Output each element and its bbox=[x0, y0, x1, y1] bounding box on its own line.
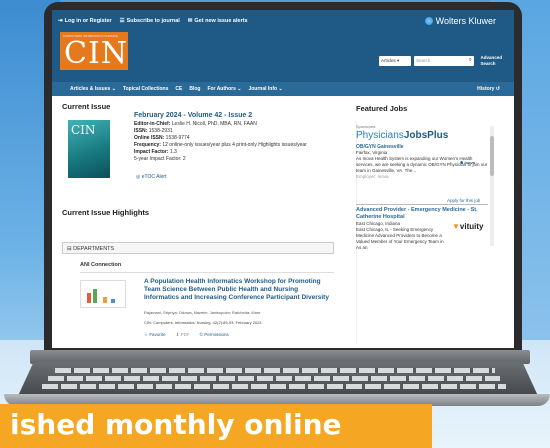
advanced-search-link[interactable]: Advanced Search bbox=[480, 55, 502, 66]
etoc-alert-link[interactable]: ◎ eTOC Alert bbox=[136, 174, 166, 180]
chevron-logo-icon: ▼ bbox=[452, 222, 460, 231]
subsection-label: ANI Connection bbox=[80, 262, 122, 268]
nav-blog[interactable]: Blog bbox=[189, 86, 200, 92]
journal-logo[interactable]: COMPUTERS INFORMATICS NURSING CIN bbox=[60, 32, 128, 71]
nav-journal-info[interactable]: Journal Info ⌄ bbox=[248, 86, 282, 92]
star-icon: ✱ bbox=[460, 160, 464, 165]
article-citation: CIN: Computers, Informatics, Nursing. 42… bbox=[144, 320, 263, 325]
current-issue-heading: Current Issue bbox=[62, 102, 111, 111]
divider bbox=[80, 272, 334, 273]
apply-link[interactable]: Apply for this job bbox=[447, 198, 480, 203]
sponsored-label: Sponsored bbox=[356, 124, 376, 129]
job-board-logo[interactable]: PhysiciansJobsPlus bbox=[356, 130, 448, 141]
nav-for-authors[interactable]: For Authors ⌄ bbox=[207, 86, 241, 92]
laptop-screen: ⇥ Log in or Register ☰ Subscribe to journa… bbox=[52, 10, 514, 348]
thumb-bar bbox=[87, 293, 91, 303]
wolters-kluwer-icon bbox=[424, 17, 433, 25]
highlights-heading: Current Issue Highlights bbox=[62, 208, 150, 217]
issue-title[interactable]: February 2024 - Volume 42 - Issue 2 bbox=[134, 112, 334, 119]
publisher-logo[interactable]: Wolters Kluwer bbox=[424, 16, 496, 26]
mail-icon: ✉ bbox=[187, 18, 193, 24]
key-row bbox=[42, 384, 506, 389]
nav-articles-issues[interactable]: Articles & Issues ⌄ bbox=[70, 86, 116, 92]
thumb-bar bbox=[93, 289, 97, 303]
search-bar: Articles ▾ Search ⌕ bbox=[379, 56, 474, 66]
search-scope-select[interactable]: Articles ▾ bbox=[379, 56, 411, 66]
departments-toggle[interactable]: ⊟ DEPARTMENTS bbox=[62, 242, 334, 254]
featured-jobs-heading: Featured Jobs bbox=[356, 104, 408, 113]
search-input[interactable]: Search ⌕ bbox=[414, 56, 474, 66]
employer-logo: ▼vituity bbox=[452, 222, 484, 231]
promo-banner: ished monthly online bbox=[0, 404, 432, 448]
thumb-bar bbox=[103, 297, 107, 303]
laptop-hinge bbox=[30, 350, 530, 364]
login-icon: ⇥ bbox=[58, 18, 63, 24]
jobs-scrollbar[interactable] bbox=[490, 126, 494, 246]
site-header: ⇥ Log in or Register ☰ Subscribe to journa… bbox=[52, 10, 514, 96]
article-thumbnail[interactable] bbox=[80, 280, 126, 308]
bell-icon: ◎ bbox=[136, 174, 141, 180]
main-nav: Articles & Issues ⌄ Topical Collections … bbox=[52, 82, 514, 96]
issue-cover-image[interactable]: CIN bbox=[68, 120, 110, 178]
pdf-icon: ⬇ bbox=[175, 332, 180, 337]
top-links: ⇥ Log in or Register ☰ Subscribe to journa… bbox=[58, 18, 248, 24]
employer-logo: ✱ Inova bbox=[460, 160, 475, 165]
key-row bbox=[48, 376, 500, 381]
article-actions: ☆ Favorite ⬇ PDF © Permissions bbox=[144, 332, 229, 338]
permissions-button[interactable]: © Permissions bbox=[200, 332, 229, 338]
subscribe-link[interactable]: ☰ Subscribe to journal bbox=[120, 18, 180, 24]
divider bbox=[356, 204, 488, 205]
thumb-bar bbox=[111, 299, 115, 303]
history-button[interactable]: History ↺ bbox=[477, 86, 500, 92]
issue-details: February 2024 - Volume 42 - Issue 2 Edit… bbox=[134, 112, 334, 163]
article-title-link[interactable]: A Population Health Informatics Workshop… bbox=[144, 278, 334, 302]
article-authors: Rajamani, Sripriya; Odowa, Nazmin; Janis… bbox=[144, 310, 261, 315]
alerts-link[interactable]: ✉ Get new issue alerts bbox=[188, 18, 248, 24]
key-row bbox=[55, 368, 495, 373]
collapse-icon: ⊟ bbox=[67, 246, 72, 252]
login-link[interactable]: ⇥ Log in or Register bbox=[58, 18, 112, 24]
favorite-button[interactable]: ☆ Favorite bbox=[144, 332, 166, 338]
search-icon[interactable]: ⌕ bbox=[469, 57, 472, 64]
scroll-thumb[interactable] bbox=[490, 136, 494, 176]
star-icon: ☆ bbox=[144, 332, 149, 337]
copyright-icon: © bbox=[199, 332, 203, 337]
nav-ce[interactable]: CE bbox=[175, 86, 182, 92]
menu-icon: ☰ bbox=[119, 18, 125, 24]
nav-topical-collections[interactable]: Topical Collections bbox=[123, 86, 168, 92]
pdf-button[interactable]: ⬇ PDF bbox=[176, 332, 190, 338]
